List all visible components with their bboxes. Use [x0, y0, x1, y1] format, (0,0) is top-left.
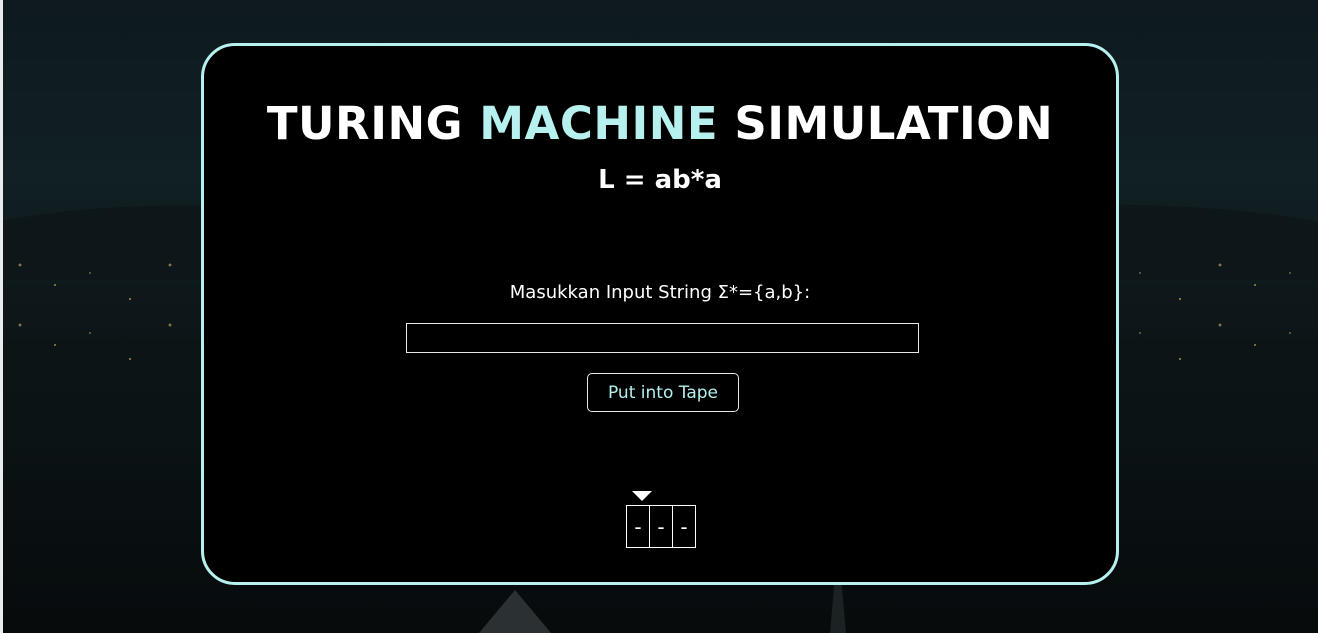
language-definition: L = ab*a	[598, 165, 722, 195]
tape: - - -	[626, 505, 696, 550]
put-into-tape-button[interactable]: Put into Tape	[587, 373, 739, 412]
tape-head-pointer-icon	[632, 491, 652, 501]
title-part-turing: TURING	[266, 97, 464, 150]
window-edge	[0, 0, 3, 633]
input-string-label: Masukkan Input String Σ*={a,b}:	[509, 282, 811, 303]
title-part-simulation: SIMULATION	[734, 97, 1054, 150]
title-part-machine: MACHINE	[479, 97, 719, 150]
tape-cell: -	[626, 505, 650, 548]
tape-cell: -	[649, 505, 673, 548]
tape-cell: -	[672, 505, 696, 548]
page-title: TURING MACHINE SIMULATION	[204, 96, 1116, 152]
simulator-card: TURING MACHINE SIMULATION L = ab*a Masuk…	[201, 43, 1119, 585]
input-string-field[interactable]	[406, 323, 919, 353]
